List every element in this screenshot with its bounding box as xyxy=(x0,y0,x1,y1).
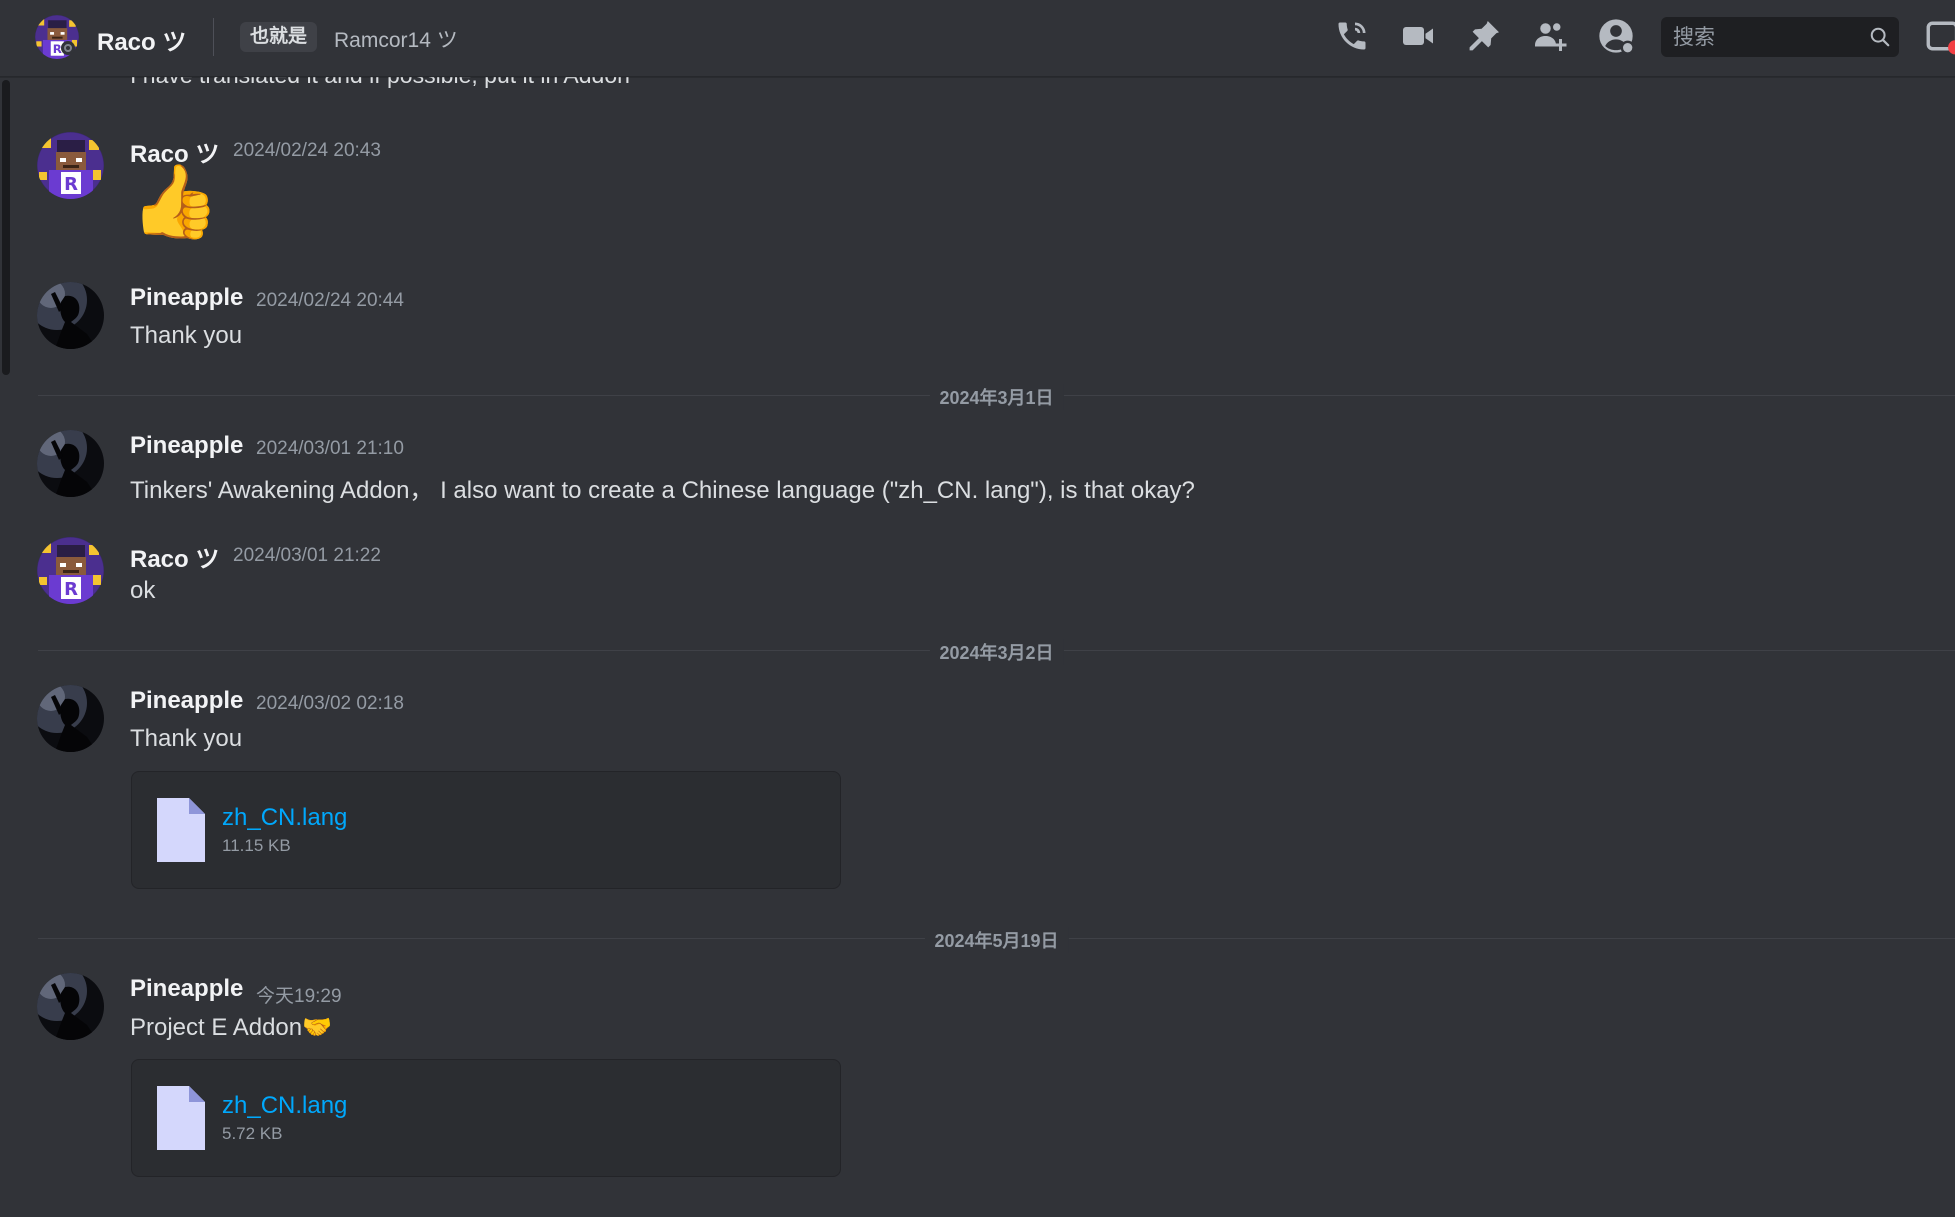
message-author[interactable]: Pineapple xyxy=(130,284,243,312)
attachment-filename-link[interactable]: zh_CN.lang xyxy=(222,804,347,832)
date-divider: 2024年5月19日 xyxy=(38,927,1955,953)
video-call-icon[interactable] xyxy=(1398,16,1438,56)
offline-status-icon xyxy=(61,41,75,55)
voice-call-icon[interactable] xyxy=(1332,16,1372,56)
message-author[interactable]: Pineapple xyxy=(130,975,243,1003)
message-content: Tinkers' Awakening Addon， I also want to… xyxy=(130,477,1195,504)
message-author[interactable]: Raco ツ xyxy=(130,539,219,574)
message-content: Project E Addon🤝 xyxy=(130,1014,332,1041)
file-icon xyxy=(157,1086,205,1150)
message-content: Thank you xyxy=(130,725,243,752)
message-timestamp: 2024/02/24 20:44 xyxy=(256,290,404,311)
avatar[interactable] xyxy=(37,430,104,497)
message-author[interactable]: Pineapple xyxy=(130,687,243,715)
channel-header: Raco ツ 也就是 Ramcor14 ツ xyxy=(0,0,1955,77)
add-friends-icon[interactable] xyxy=(1530,16,1570,56)
emoji-thumbs-up: 👍 xyxy=(130,162,220,242)
message-timestamp: 2024/03/01 21:22 xyxy=(233,545,381,566)
message-timestamp: 今天19:29 xyxy=(256,986,342,1007)
date-divider: 2024年3月1日 xyxy=(38,384,1955,410)
avatar[interactable] xyxy=(37,132,104,199)
message-timestamp: 2024/03/02 02:18 xyxy=(256,693,404,714)
message-content: Thank you xyxy=(130,322,243,349)
file-attachment[interactable]: zh_CN.lang 11.15 KB xyxy=(131,771,841,889)
pin-icon[interactable] xyxy=(1464,16,1504,56)
file-attachment[interactable]: zh_CN.lang 5.72 KB xyxy=(131,1059,841,1177)
alias-tag: 也就是 xyxy=(240,22,318,52)
date-divider: 2024年3月2日 xyxy=(38,639,1955,665)
message-timestamp: 2024/03/01 21:10 xyxy=(256,438,404,459)
search-icon xyxy=(1870,27,1890,47)
message-content: ok xyxy=(130,577,156,604)
attachment-size: 11.15 KB xyxy=(222,836,291,855)
avatar[interactable] xyxy=(37,282,104,349)
file-icon xyxy=(157,798,205,862)
scrollbar-thumb[interactable] xyxy=(2,80,10,375)
alias-name: Ramcor14 ツ xyxy=(334,29,458,52)
date-divider-label: 2024年5月19日 xyxy=(924,927,1069,953)
dm-name[interactable]: Raco ツ xyxy=(97,22,186,57)
avatar[interactable] xyxy=(37,685,104,752)
date-divider-label: 2024年3月2日 xyxy=(929,639,1064,665)
header-divider xyxy=(213,18,214,56)
user-profile-icon[interactable] xyxy=(1596,16,1636,56)
search-bar[interactable] xyxy=(1661,17,1899,59)
attachment-filename-link[interactable]: zh_CN.lang xyxy=(222,1092,347,1120)
inbox-icon[interactable] xyxy=(1924,16,1955,56)
message-timestamp: 2024/02/24 20:43 xyxy=(233,140,381,161)
message-author[interactable]: Pineapple xyxy=(130,432,243,460)
avatar[interactable] xyxy=(37,973,104,1040)
avatar[interactable] xyxy=(37,537,104,604)
attachment-size: 5.72 KB xyxy=(222,1124,283,1143)
date-divider-label: 2024年3月1日 xyxy=(929,384,1064,410)
search-input[interactable] xyxy=(1671,17,1865,59)
